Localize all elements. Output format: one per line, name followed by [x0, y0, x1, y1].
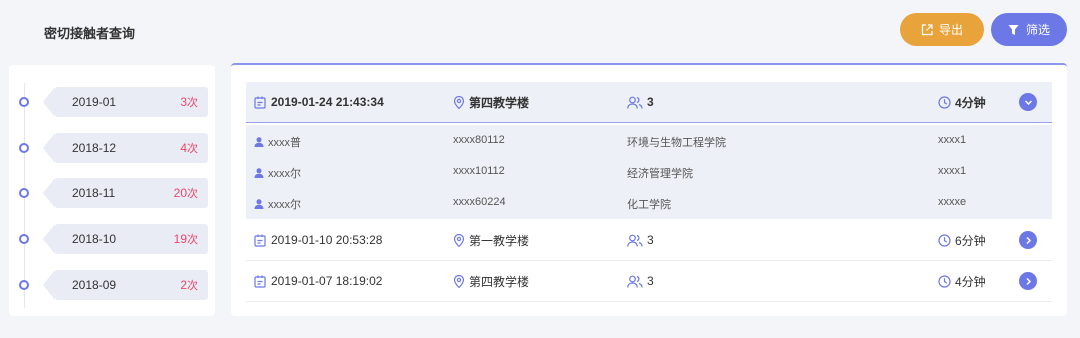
page-title: 密切接触者查询 — [44, 26, 136, 41]
people-icon — [627, 234, 643, 247]
contact-college: 环境与生物工程学院 — [627, 137, 726, 149]
timeline-dot — [19, 188, 29, 198]
contact-college: 化工学院 — [627, 199, 671, 211]
calendar-edit-icon — [254, 234, 266, 247]
calendar-edit-icon — [254, 275, 266, 288]
contact-college: 经济管理学院 — [627, 168, 693, 180]
contact-records-panel: 2019-01-24 21:43:34 第四教学楼 3 4分钟 xxxx普 xx… — [231, 63, 1067, 316]
chevron-down-icon — [1019, 93, 1037, 111]
timeline-month: 2019-01 — [72, 95, 117, 109]
timeline-tag: 2019-01 3次 — [43, 87, 208, 117]
record-people: 3 — [627, 233, 654, 247]
timeline-count: 3次 — [180, 95, 198, 109]
calendar-edit-icon — [254, 96, 266, 109]
record-time: 2019-01-10 20:53:28 — [254, 233, 382, 247]
record-people: 3 — [627, 274, 654, 288]
contact-id: xxxx60224 — [453, 196, 506, 208]
contact-id: xxxx10112 — [453, 165, 505, 177]
record-people: 3 — [627, 95, 654, 109]
location-pin-icon — [453, 274, 465, 288]
record-duration: 6分钟 — [938, 232, 986, 249]
contact-row: xxxx尔 xxxx60224 化工学院 xxxxe — [246, 187, 1052, 218]
timeline-count: 4次 — [180, 141, 198, 155]
contact-row: xxxx尔 xxxx10112 经济管理学院 xxxx1 — [246, 156, 1052, 187]
person-icon — [254, 199, 264, 209]
clock-icon — [938, 274, 951, 288]
expand-button[interactable] — [1019, 272, 1037, 290]
contact-class: xxxx1 — [938, 134, 967, 146]
contact-name: xxxx尔 — [254, 196, 301, 212]
expand-button[interactable] — [1019, 231, 1037, 249]
record-time: 2019-01-07 18:19:02 — [254, 274, 382, 288]
timeline-month: 2018-09 — [72, 278, 117, 292]
contact-id: xxxx80112 — [453, 134, 505, 146]
record-row[interactable]: 2019-01-10 20:53:28 第一教学楼 3 6分钟 — [246, 220, 1052, 261]
timeline-item[interactable]: 2018-12 4次 — [9, 131, 215, 164]
timeline-tag: 2018-10 19次 — [43, 224, 208, 254]
timeline-dot — [19, 280, 29, 290]
filter-icon — [1008, 24, 1019, 35]
clock-icon — [938, 233, 951, 247]
location-pin-icon — [453, 95, 465, 109]
timeline-tag: 2018-11 20次 — [43, 178, 208, 208]
record-row[interactable]: 2019-01-07 18:19:02 第四教学楼 3 4分钟 — [246, 261, 1052, 302]
filter-button[interactable]: 筛选 — [991, 13, 1067, 46]
record-duration: 4分钟 — [938, 94, 986, 111]
export-label: 导出 — [938, 23, 963, 37]
timeline-item[interactable]: 2018-10 19次 — [9, 222, 215, 255]
timeline-month: 2018-12 — [72, 141, 117, 155]
clock-icon — [938, 95, 951, 109]
export-icon — [921, 23, 933, 35]
timeline-dot — [19, 234, 29, 244]
record-place: 第四教学楼 — [453, 273, 529, 290]
record-row-expanded[interactable]: 2019-01-24 21:43:34 第四教学楼 3 4分钟 — [246, 82, 1052, 123]
timeline-item[interactable]: 2018-11 20次 — [9, 176, 215, 209]
record-time: 2019-01-24 21:43:34 — [254, 95, 384, 109]
person-icon — [254, 168, 264, 178]
people-icon — [627, 275, 643, 288]
contact-name: xxxx尔 — [254, 165, 301, 181]
timeline-count: 2次 — [180, 278, 198, 292]
person-icon — [254, 137, 264, 147]
month-timeline: 2019-01 3次 2018-12 4次 2018-11 20次 2018-1… — [9, 65, 215, 316]
contact-class: xxxxe — [938, 196, 967, 208]
export-button[interactable]: 导出 — [900, 13, 984, 46]
timeline-count: 19次 — [173, 232, 198, 246]
collapse-button[interactable] — [1019, 93, 1037, 111]
record-place: 第一教学楼 — [453, 232, 529, 249]
record-details: xxxx普 xxxx80112 环境与生物工程学院 xxxx1 xxxx尔 xx… — [246, 125, 1052, 219]
timeline-tag: 2018-12 4次 — [43, 133, 208, 163]
record-duration: 4分钟 — [938, 273, 986, 290]
timeline-item[interactable]: 2019-01 3次 — [9, 85, 215, 118]
filter-label: 筛选 — [1025, 23, 1050, 37]
contact-name: xxxx普 — [254, 134, 301, 150]
chevron-right-icon — [1019, 272, 1037, 290]
record-place: 第四教学楼 — [453, 94, 529, 111]
timeline-tag: 2018-09 2次 — [43, 270, 208, 300]
contact-class: xxxx1 — [938, 165, 967, 177]
contact-row: xxxx普 xxxx80112 环境与生物工程学院 xxxx1 — [246, 125, 1052, 156]
timeline-month: 2018-10 — [72, 232, 117, 246]
timeline-item[interactable]: 2018-09 2次 — [9, 268, 215, 301]
chevron-right-icon — [1019, 231, 1037, 249]
timeline-month: 2018-11 — [72, 186, 116, 200]
timeline-dot — [19, 143, 29, 153]
location-pin-icon — [453, 233, 465, 247]
people-icon — [627, 96, 643, 109]
timeline-count: 20次 — [173, 186, 198, 200]
timeline-dot — [19, 97, 29, 107]
